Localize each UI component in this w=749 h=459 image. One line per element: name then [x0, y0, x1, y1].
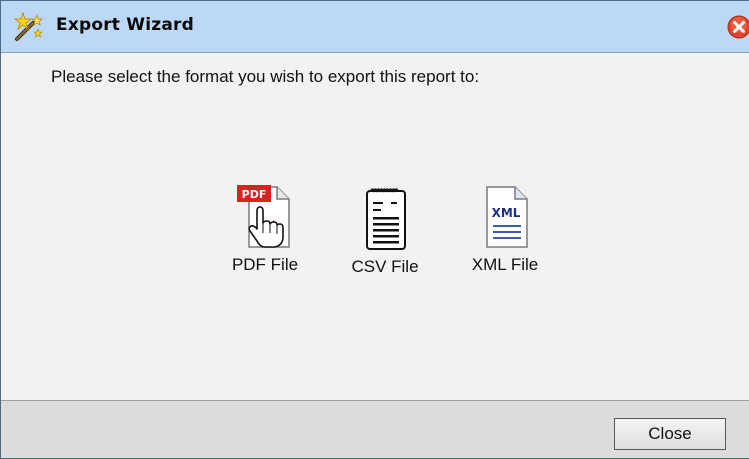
pdf-file-option[interactable]: PDF PDF File	[217, 181, 313, 275]
dialog-title: Export Wizard	[56, 15, 194, 35]
xml-file-icon[interactable]: XML	[473, 181, 537, 253]
magic-wand-icon	[11, 11, 45, 43]
svg-text:PDF: PDF	[242, 188, 267, 201]
pdf-file-icon[interactable]: PDF	[233, 181, 297, 253]
title-bar: Export Wizard	[1, 1, 749, 53]
dialog-footer: Close	[1, 400, 749, 458]
export-wizard-dialog: Export Wizard Please select the format y…	[0, 0, 749, 459]
xml-file-label[interactable]: XML File	[457, 255, 553, 275]
csv-file-label[interactable]: CSV File	[337, 257, 433, 277]
close-icon[interactable]	[727, 15, 749, 39]
instruction-text: Please select the format you wish to exp…	[51, 67, 480, 86]
csv-file-icon[interactable]	[353, 183, 417, 255]
svg-text:XML: XML	[492, 206, 521, 220]
pdf-file-label[interactable]: PDF File	[217, 255, 313, 275]
close-button[interactable]: Close	[614, 418, 726, 450]
xml-file-option[interactable]: XML XML File	[457, 181, 553, 275]
csv-file-option[interactable]: CSV File	[337, 183, 433, 277]
